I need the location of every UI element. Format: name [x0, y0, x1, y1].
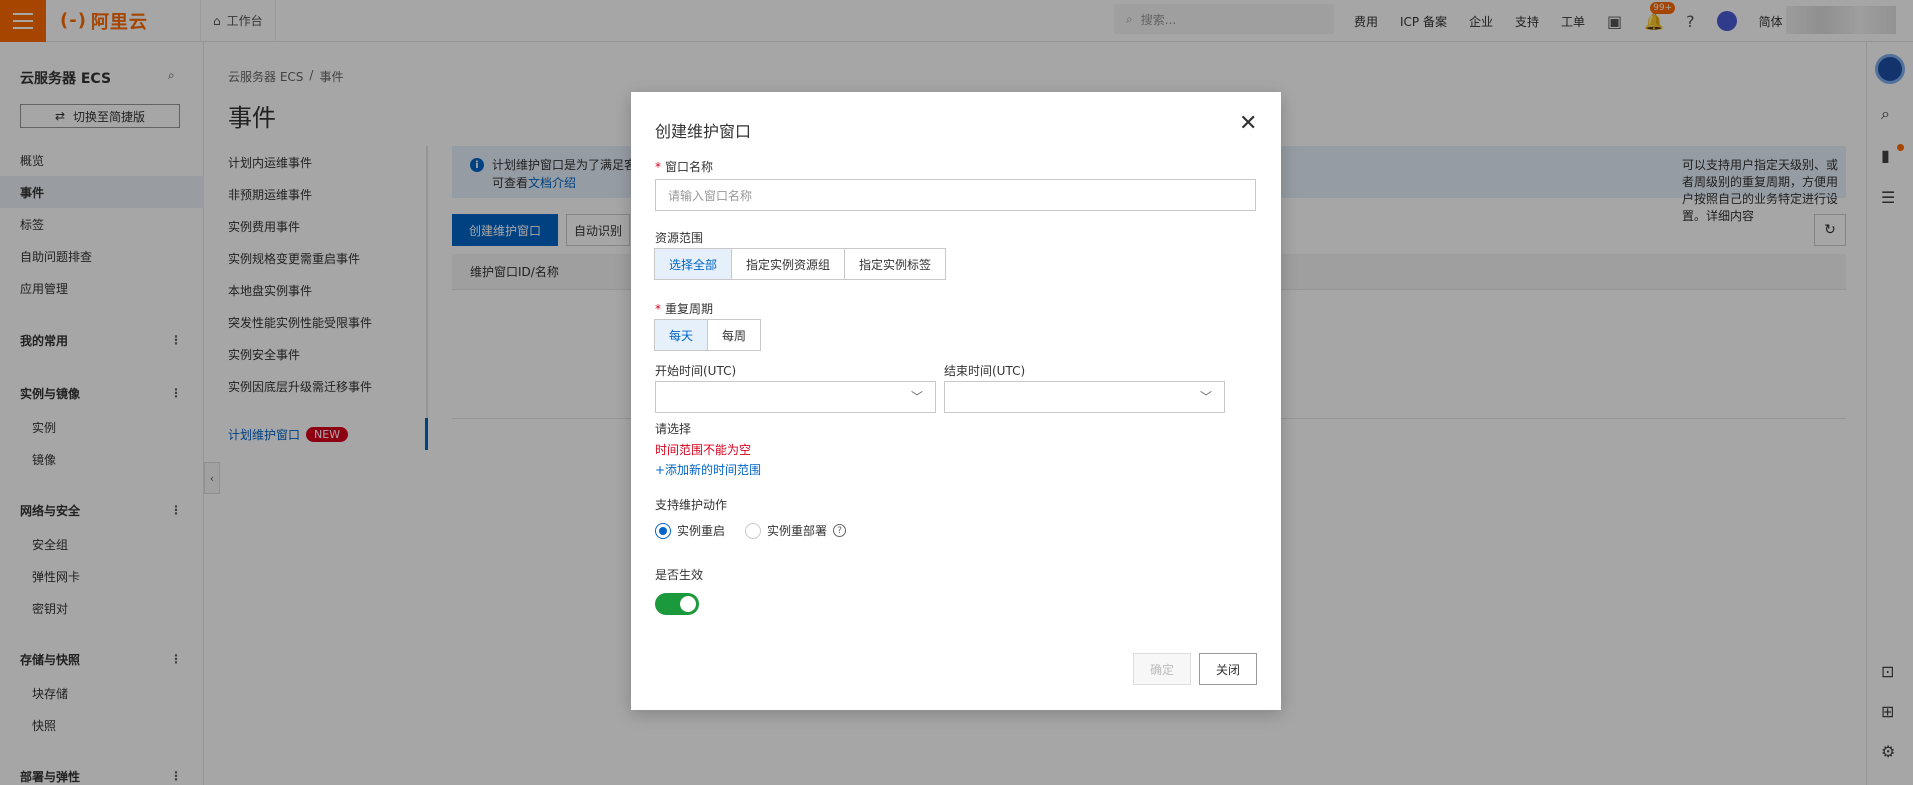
effective-label: 是否生效: [655, 568, 704, 582]
repeat-option-weekly[interactable]: 每周: [707, 319, 762, 351]
confirm-button[interactable]: 确定: [1133, 653, 1191, 685]
window-name-label: * 窗口名称: [655, 158, 713, 175]
close-button[interactable]: 关闭: [1199, 653, 1257, 685]
create-window-modal: 创建维护窗口 ✕ * 窗口名称 请输入窗口名称 资源范围 选择全部 指定实例资源组…: [631, 92, 1281, 710]
help-icon[interactable]: ?: [833, 524, 847, 537]
scope-option-all[interactable]: 选择全部: [654, 248, 733, 280]
add-time-range-link[interactable]: +添加新的时间范围: [655, 461, 761, 478]
required-mark: *: [655, 302, 661, 316]
repeat-cycle-label-text: 重复周期: [665, 302, 714, 316]
scope-option-resource-group[interactable]: 指定实例资源组: [731, 248, 846, 280]
chevron-down-icon: ﹀: [910, 390, 923, 404]
modal-title: 创建维护窗口: [655, 122, 752, 141]
time-range-error: 时间范围不能为空: [655, 443, 752, 457]
end-time-select[interactable]: ﹀: [944, 381, 1225, 413]
radio-restart[interactable]: [655, 522, 671, 539]
window-name-label-text: 窗口名称: [665, 160, 714, 174]
resource-scope-selector: 选择全部 指定实例资源组 指定实例标签: [654, 248, 947, 280]
start-time-label: 开始时间(UTC): [655, 364, 737, 378]
repeat-option-daily[interactable]: 每天: [654, 319, 709, 351]
chevron-down-icon: ﹀: [1199, 390, 1212, 404]
start-time-select[interactable]: ﹀: [655, 381, 936, 413]
effective-toggle[interactable]: [655, 593, 699, 615]
scope-option-tag[interactable]: 指定实例标签: [844, 248, 947, 280]
repeat-cycle-selector: 每天 每周: [654, 319, 762, 351]
end-time-label: 结束时间(UTC): [944, 364, 1026, 378]
radio-redeploy[interactable]: [745, 522, 762, 539]
radio-restart-label[interactable]: 实例重启: [677, 522, 725, 539]
window-name-placeholder: 请输入窗口名称: [668, 188, 753, 203]
close-icon[interactable]: ✕: [1239, 113, 1257, 135]
select-hint: 请选择: [655, 422, 692, 436]
repeat-cycle-label: * 重复周期: [655, 300, 713, 317]
resource-scope-label: 资源范围: [655, 231, 704, 245]
required-mark: *: [655, 160, 661, 174]
radio-redeploy-label[interactable]: 实例重部署: [767, 522, 827, 539]
window-name-input[interactable]: 请输入窗口名称: [655, 179, 1256, 211]
maintenance-action-label: 支持维护动作: [655, 498, 728, 512]
maintenance-action-radios: 实例重启 实例重部署 ?: [655, 522, 847, 539]
